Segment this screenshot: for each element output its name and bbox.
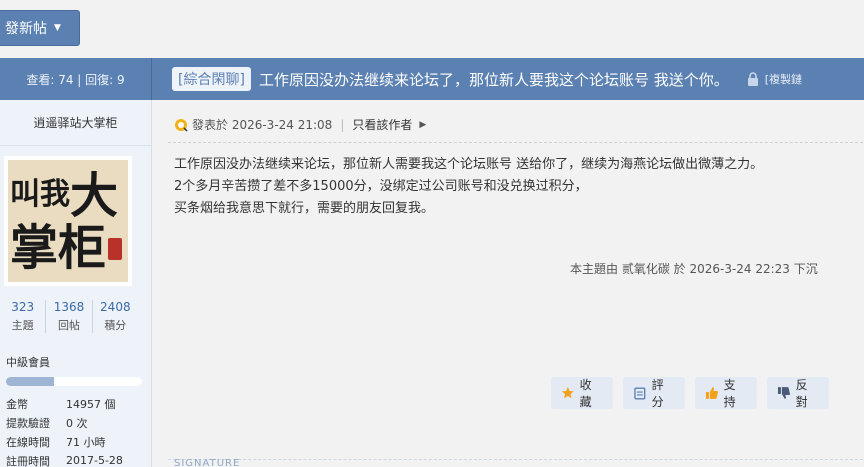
avatar-text-top: 叫我: [10, 177, 70, 212]
thread-title-area: [綜合閑聊] 工作原因没办法继续来论坛了，那位新人要我这个论坛账号 我送个你。 …: [152, 58, 864, 100]
new-post-button[interactable]: 發新帖 ▼: [0, 10, 80, 46]
avatar[interactable]: 叫我 大 掌柜: [4, 156, 132, 286]
moderation-note: 本主題由 贰氧化碳 於 2026-3-24 22:23 下沉: [570, 262, 818, 276]
info-value: 0 次: [66, 416, 88, 430]
post-actions: 收藏 評分 支持 反對: [551, 377, 829, 409]
post-line: 2个多月辛苦攒了差不多15000分，没绑定过公司账号和没兑换过积分，: [174, 179, 588, 194]
avatar-text-bottom: 掌柜: [10, 220, 106, 276]
only-author-link[interactable]: 只看該作者: [352, 116, 412, 133]
oppose-label: 反對: [795, 378, 808, 409]
count-threads[interactable]: 323 主題: [0, 300, 47, 333]
rank-progress-fill: [6, 377, 54, 386]
count-points-num: 2408: [100, 300, 131, 314]
meta-divider: [168, 142, 864, 143]
info-key: 在線時間: [6, 435, 50, 449]
support-label: 支持: [723, 378, 736, 409]
rank-progress-bar: [6, 377, 142, 386]
meta-separator: |: [340, 117, 345, 132]
caret-down-icon: ▼: [54, 23, 61, 33]
author-counts: 323 主題 1368 回帖 2408 積分: [0, 300, 138, 333]
star-icon: [561, 387, 574, 399]
thread-stats: 查看: 74 | 回復: 9: [0, 58, 152, 100]
count-points-label: 積分: [104, 319, 127, 332]
support-button[interactable]: 支持: [695, 377, 757, 409]
thumbs-down-icon: [777, 387, 790, 399]
favorite-label: 收藏: [579, 378, 592, 409]
oppose-button[interactable]: 反對: [767, 377, 829, 409]
avatar-seal: [108, 238, 122, 260]
count-points[interactable]: 2408 積分: [93, 300, 138, 333]
info-row: 在線時間 71 小時: [6, 432, 123, 451]
rate-button[interactable]: 評分: [623, 377, 685, 409]
copy-link-button[interactable]: [複製鏈: [765, 71, 802, 87]
count-threads-num: 323: [11, 300, 35, 314]
info-row: 提款驗證 0 次: [6, 413, 123, 432]
new-post-label: 發新帖: [5, 21, 47, 37]
count-replies-label: 回帖: [57, 319, 80, 332]
thread-header: 查看: 74 | 回復: 9 [綜合閑聊] 工作原因没办法继续来论坛了，那位新人…: [0, 58, 864, 100]
avatar-text-big: 大: [70, 168, 118, 224]
thumbs-up-icon: [705, 387, 718, 399]
post-meta: 發表於 2026-3-24 21:08 | 只看該作者 ▶: [174, 116, 426, 133]
thread-category-tag[interactable]: [綜合閑聊]: [172, 67, 251, 91]
signature-divider: [168, 459, 864, 460]
author-name[interactable]: 逍遥驿站大掌柜: [0, 100, 151, 146]
author-info: 金幣 14957 個 提款驗證 0 次 在線時間 71 小時 註冊時間 2017-5-2…: [6, 394, 123, 467]
info-key: 提款驗證: [6, 416, 50, 430]
triangle-right-icon: ▶: [419, 119, 427, 130]
signature-label: SIGNATURE: [174, 458, 241, 467]
post-time: 發表於 2026-3-24 21:08: [192, 118, 333, 132]
user-rank[interactable]: 中級會員: [6, 354, 50, 370]
info-key: 金幣: [6, 397, 28, 411]
rate-label: 評分: [651, 378, 664, 409]
online-status-icon: [175, 118, 188, 132]
info-value: 14957 個: [66, 397, 116, 411]
favorite-button[interactable]: 收藏: [551, 377, 613, 409]
count-threads-label: 主題: [11, 319, 34, 332]
post-line: 买条烟给我意思下就行，需要的朋友回复我。: [174, 201, 435, 216]
count-replies-num: 1368: [53, 300, 85, 314]
post-content: 工作原因没办法继续来论坛，那位新人需要我这个论坛账号 送给你了，继续为海燕论坛做…: [174, 154, 763, 220]
author-sidebar: 逍遥驿站大掌柜 叫我 大 掌柜 323 主題 1368 回帖 2408 積分 中…: [0, 100, 152, 467]
count-replies[interactable]: 1368 回帖: [46, 300, 93, 333]
info-value: 2017-5-28: [66, 454, 123, 467]
clipboard-icon: [634, 387, 646, 400]
info-row: 金幣 14957 個: [6, 394, 123, 413]
post-line: 工作原因没办法继续来论坛，那位新人需要我这个论坛账号 送给你了，继续为海燕论坛做…: [174, 157, 764, 172]
info-key: 註冊時間: [6, 454, 50, 467]
lock-icon: [747, 72, 759, 86]
info-value: 71 小時: [66, 435, 106, 449]
thread-title: 工作原因没办法继续来论坛了，那位新人要我这个论坛账号 我送个你。: [258, 70, 729, 89]
info-row: 註冊時間 2017-5-28: [6, 451, 123, 467]
